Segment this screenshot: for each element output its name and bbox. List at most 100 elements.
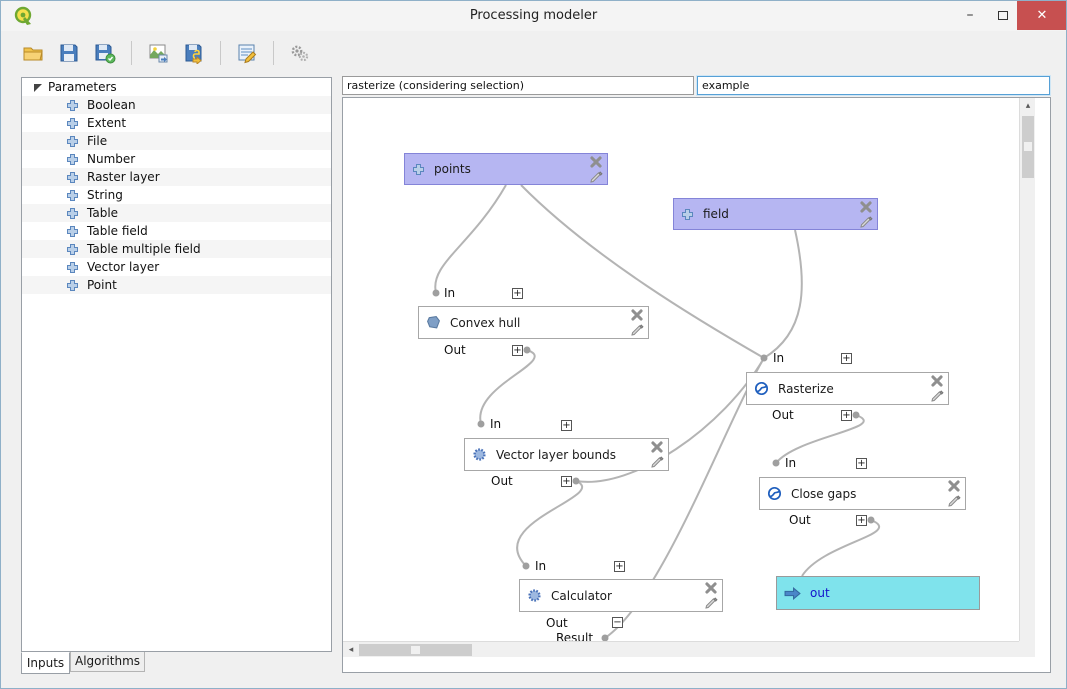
edit-model-help-button[interactable] bbox=[233, 39, 261, 67]
title-bar[interactable]: Processing modeler – ✕ bbox=[1, 1, 1066, 31]
canvas-content[interactable]: points field In + Convex hull Out + bbox=[343, 98, 1035, 657]
thumb-grip bbox=[1024, 142, 1032, 151]
delete-node-icon[interactable] bbox=[589, 155, 603, 169]
add-parameter-icon bbox=[66, 243, 79, 256]
connection bbox=[480, 350, 534, 424]
minimize-button[interactable]: – bbox=[956, 1, 984, 29]
edit-node-icon[interactable] bbox=[930, 389, 944, 403]
connection bbox=[517, 481, 582, 566]
vertical-scrollbar[interactable]: ▴ ▾ bbox=[1019, 98, 1035, 657]
input-plus-icon bbox=[681, 208, 694, 221]
tree-item-file[interactable]: File bbox=[22, 132, 331, 150]
output-arrow-icon bbox=[784, 587, 801, 600]
tree-item-number[interactable]: Number bbox=[22, 150, 331, 168]
convex-hull-icon bbox=[426, 315, 441, 330]
maximize-button[interactable] bbox=[989, 1, 1017, 29]
inputs-panel: Parameters Boolean Extent File Number Ra… bbox=[21, 77, 332, 652]
model-name-input[interactable] bbox=[342, 76, 694, 95]
delete-node-icon[interactable] bbox=[859, 200, 873, 214]
export-as-python-button[interactable] bbox=[180, 39, 208, 67]
model-canvas[interactable]: points field In + Convex hull Out + bbox=[342, 97, 1051, 673]
save-model-button[interactable] bbox=[55, 39, 83, 67]
tab-inputs[interactable]: Inputs bbox=[21, 652, 70, 674]
node-out[interactable]: out bbox=[776, 576, 980, 610]
port-out-label: Out bbox=[491, 474, 513, 488]
script-algorithm-icon bbox=[527, 588, 542, 603]
edit-node-icon[interactable] bbox=[650, 455, 664, 469]
add-parameter-icon bbox=[66, 99, 79, 112]
scroll-up-icon[interactable]: ▴ bbox=[1020, 98, 1035, 114]
delete-node-icon[interactable] bbox=[930, 374, 944, 388]
tree-item-vector-layer[interactable]: Vector layer bbox=[22, 258, 331, 276]
node-vector-layer-bounds[interactable]: Vector layer bounds bbox=[464, 438, 669, 471]
tab-algorithms[interactable]: Algorithms bbox=[70, 652, 145, 672]
scrollbar-corner bbox=[1019, 641, 1035, 657]
expand-outputs-toggle[interactable]: + bbox=[561, 476, 572, 487]
saga-algorithm-icon bbox=[754, 381, 769, 396]
node-field[interactable]: field bbox=[673, 198, 878, 230]
tree-item-boolean[interactable]: Boolean bbox=[22, 96, 331, 114]
connection bbox=[802, 520, 879, 576]
horizontal-scrollbar-thumb[interactable] bbox=[359, 644, 472, 656]
add-parameter-icon bbox=[66, 189, 79, 202]
node-calculator[interactable]: Calculator bbox=[519, 579, 723, 612]
maximize-icon bbox=[998, 11, 1008, 20]
expand-outputs-toggle[interactable]: + bbox=[841, 410, 852, 421]
edit-node-icon[interactable] bbox=[704, 596, 718, 610]
saga-algorithm-icon bbox=[767, 486, 782, 501]
port-out-label: Out bbox=[789, 513, 811, 527]
model-group-input[interactable] bbox=[697, 76, 1050, 95]
port-out-label: Out bbox=[546, 616, 568, 630]
port-in-label: In bbox=[490, 417, 501, 431]
delete-node-icon[interactable] bbox=[704, 581, 718, 595]
expand-inputs-toggle[interactable]: + bbox=[512, 288, 523, 299]
vertical-scrollbar-thumb[interactable] bbox=[1022, 116, 1034, 178]
edit-node-icon[interactable] bbox=[589, 170, 603, 184]
expand-inputs-toggle[interactable]: + bbox=[614, 561, 625, 572]
expand-inputs-toggle[interactable]: + bbox=[561, 420, 572, 431]
export-as-python-icon bbox=[183, 42, 205, 64]
tree-item-point[interactable]: Point bbox=[22, 276, 331, 294]
add-parameter-icon bbox=[66, 225, 79, 238]
open-model-icon bbox=[22, 42, 44, 64]
add-parameter-icon bbox=[66, 153, 79, 166]
tree-item-string[interactable]: String bbox=[22, 186, 331, 204]
toolbar-separator bbox=[220, 41, 221, 65]
delete-node-icon[interactable] bbox=[630, 308, 644, 322]
expand-outputs-toggle[interactable]: + bbox=[856, 515, 867, 526]
tree-item-table-field[interactable]: Table field bbox=[22, 222, 331, 240]
tree-item-raster-layer[interactable]: Raster layer bbox=[22, 168, 331, 186]
edit-node-icon[interactable] bbox=[630, 323, 644, 337]
edit-node-icon[interactable] bbox=[859, 215, 873, 229]
expand-inputs-toggle[interactable]: + bbox=[841, 353, 852, 364]
edit-node-icon[interactable] bbox=[947, 494, 961, 508]
script-algorithm-icon bbox=[472, 447, 487, 462]
collapse-outputs-toggle[interactable]: − bbox=[612, 617, 623, 628]
close-button[interactable]: ✕ bbox=[1017, 1, 1067, 30]
thumb-grip bbox=[411, 646, 420, 654]
expand-outputs-toggle[interactable]: + bbox=[512, 345, 523, 356]
port-in-label: In bbox=[535, 559, 546, 573]
port-out-label: Out bbox=[444, 343, 466, 357]
tree-item-extent[interactable]: Extent bbox=[22, 114, 331, 132]
expand-caret-icon[interactable] bbox=[34, 84, 42, 92]
scroll-left-icon[interactable]: ◂ bbox=[343, 642, 359, 657]
export-as-image-icon bbox=[147, 42, 169, 64]
port-in-label: In bbox=[444, 286, 455, 300]
delete-node-icon[interactable] bbox=[650, 440, 664, 454]
node-points[interactable]: points bbox=[404, 153, 608, 185]
tree-item-table[interactable]: Table bbox=[22, 204, 331, 222]
save-model-as-button[interactable] bbox=[91, 39, 119, 67]
export-as-image-button[interactable] bbox=[144, 39, 172, 67]
delete-node-icon[interactable] bbox=[947, 479, 961, 493]
expand-inputs-toggle[interactable]: + bbox=[856, 458, 867, 469]
node-rasterize[interactable]: Rasterize bbox=[746, 372, 949, 405]
node-close-gaps[interactable]: Close gaps bbox=[759, 477, 966, 510]
horizontal-scrollbar[interactable]: ◂ ▸ bbox=[343, 641, 1035, 657]
run-model-button[interactable] bbox=[286, 39, 314, 67]
tree-item-table-multiple-field[interactable]: Table multiple field bbox=[22, 240, 331, 258]
input-plus-icon bbox=[412, 163, 425, 176]
node-convex-hull[interactable]: Convex hull bbox=[418, 306, 649, 339]
tree-root-parameters[interactable]: Parameters bbox=[22, 78, 331, 96]
open-model-button[interactable] bbox=[19, 39, 47, 67]
